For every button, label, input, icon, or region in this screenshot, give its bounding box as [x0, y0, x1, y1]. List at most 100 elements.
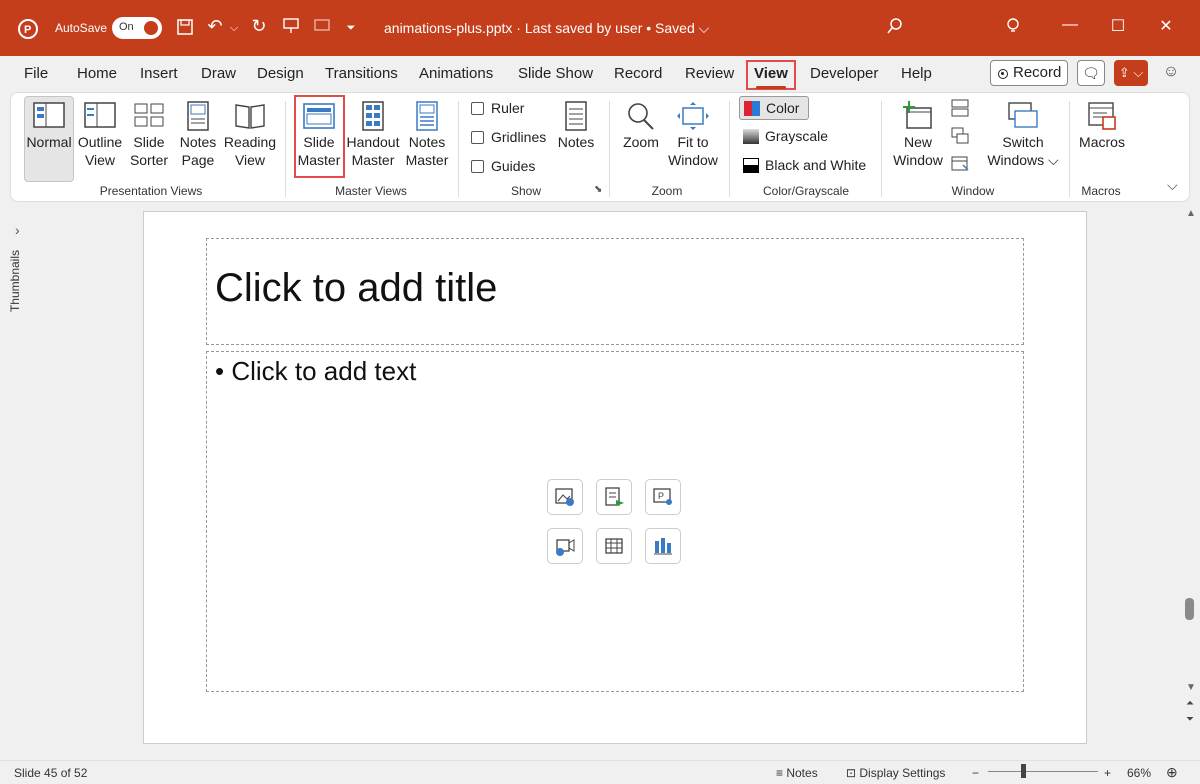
title-placeholder-text: Click to add title [215, 266, 498, 310]
tab-developer[interactable]: Developer [810, 65, 878, 82]
tab-insert[interactable]: Insert [140, 65, 178, 82]
notes-status-button[interactable]: ≡ Notes [776, 766, 818, 780]
redo-icon[interactable]: ↻ [248, 16, 270, 36]
notes-page-label-1: Notes [179, 134, 217, 150]
tab-draw[interactable]: Draw [201, 65, 236, 82]
move-split-icon[interactable] [951, 155, 969, 173]
vertical-scrollbar[interactable]: ▲ ▼ ⏶ ⏷ [1182, 208, 1200, 736]
active-tab-indicator [756, 86, 786, 89]
reading-view-icon [235, 104, 265, 129]
ribbon-collapse-icon[interactable]: ⌵ [1167, 177, 1178, 194]
undo-icon[interactable]: ↶ [204, 16, 226, 36]
lightbulb-icon[interactable] [1002, 17, 1024, 39]
content-placeholder[interactable] [206, 351, 1024, 692]
search-icon[interactable] [884, 17, 906, 39]
macros-button[interactable]: Macros [1077, 101, 1127, 175]
zoom-slider-track[interactable] [988, 771, 1098, 772]
show-dialog-launcher-icon[interactable]: ⬊ [594, 184, 602, 195]
maximize-icon[interactable]: ☐ [1108, 16, 1128, 36]
fit-slide-icon[interactable]: ⊕ [1166, 764, 1178, 781]
comment-icon: 🗨 [1082, 65, 1100, 81]
notes-page-button[interactable]: Notes Page [174, 101, 222, 175]
scroll-up-icon[interactable]: ▲ [1186, 208, 1196, 219]
zoom-out-icon[interactable]: − [972, 766, 979, 780]
gridlines-label: Gridlines [491, 129, 547, 145]
tab-help[interactable]: Help [901, 65, 932, 82]
autosave-toggle-state: On [119, 21, 134, 33]
record-button[interactable]: Record [990, 60, 1068, 86]
outline-view-label-1: Outline [77, 134, 123, 150]
gridlines-checkbox[interactable]: Gridlines [471, 127, 546, 147]
grayscale-button[interactable]: Grayscale [739, 125, 839, 149]
zoom-in-icon[interactable]: + [1104, 766, 1111, 780]
fit-to-window-button[interactable]: Fit to Window [666, 101, 720, 175]
arrange-all-icon[interactable] [951, 99, 969, 117]
handout-master-button[interactable]: Handout Master [345, 101, 401, 175]
notes-button[interactable]: Notes [554, 101, 598, 175]
new-window-button[interactable]: New Window [891, 101, 945, 175]
insert-picture-icon[interactable] [547, 479, 583, 515]
notes-icon [565, 101, 587, 131]
scroll-down-icon[interactable]: ▼ [1186, 682, 1196, 693]
thumbnails-pane[interactable]: › [0, 208, 44, 760]
copilot-icon[interactable]: ☺ [1160, 62, 1182, 82]
outline-view-button[interactable]: Outline View [75, 101, 125, 175]
thumbnails-label[interactable]: Thumbnails [8, 250, 22, 312]
tab-animations[interactable]: Animations [419, 65, 493, 82]
zoom-level[interactable]: 66% [1127, 766, 1151, 780]
scrollbar-thumb[interactable] [1185, 598, 1194, 620]
normal-view-button[interactable]: Normal [24, 96, 74, 182]
insert-table-icon[interactable] [596, 528, 632, 564]
zoom-group-label: Zoom [651, 184, 683, 198]
tab-review[interactable]: Review [685, 65, 734, 82]
zoom-slider-knob[interactable] [1021, 764, 1026, 778]
notes-master-button[interactable]: Notes Master [403, 101, 451, 175]
cascade-icon[interactable] [951, 127, 969, 145]
share-button[interactable]: ⇪ ⌵ [1114, 60, 1148, 86]
black-and-white-button[interactable]: Black and White [739, 154, 879, 178]
slide-counter[interactable]: Slide 45 of 52 [14, 766, 87, 780]
tab-design[interactable]: Design [257, 65, 304, 82]
undo-dropdown-icon[interactable]: ⌵ [228, 18, 240, 38]
comments-button[interactable]: 🗨 [1077, 60, 1105, 86]
slide-sorter-button[interactable]: Slide Sorter [125, 101, 173, 175]
ruler-checkbox[interactable]: Ruler [471, 98, 524, 118]
switch-windows-button[interactable]: Switch Windows ⌵ [987, 101, 1059, 175]
zoom-button[interactable]: Zoom [619, 101, 663, 175]
previous-slide-icon[interactable]: ⏶ [1186, 698, 1194, 709]
customize-qat-icon[interactable]: ⏷ [344, 18, 358, 38]
autosave-toggle[interactable]: On [112, 17, 162, 39]
color-button[interactable]: Color [739, 96, 809, 120]
normal-view-icon [33, 102, 65, 128]
tab-transitions[interactable]: Transitions [325, 65, 398, 82]
content-placeholder-text: • Click to add text [215, 356, 417, 386]
reading-view-button[interactable]: Reading View [222, 101, 278, 175]
notes-master-label-2: Master [405, 152, 449, 168]
document-title[interactable]: animations-plus.pptx · Last saved by use… [384, 20, 709, 37]
expand-thumbnails-icon[interactable]: › [15, 222, 20, 238]
insert-video-icon[interactable] [547, 528, 583, 564]
group-separator [729, 101, 730, 197]
slideshow-icon[interactable] [311, 17, 333, 39]
tab-slide-show[interactable]: Slide Show [518, 65, 593, 82]
guides-checkbox[interactable]: Guides [471, 156, 535, 176]
minimize-icon[interactable]: — [1060, 16, 1080, 34]
save-icon[interactable] [175, 18, 195, 40]
tab-file[interactable]: File [24, 65, 48, 82]
insert-chart-icon[interactable] [645, 528, 681, 564]
notes-page-label-2: Page [181, 152, 215, 168]
zoom-label: Zoom [623, 134, 659, 150]
display-settings-icon: ⊡ [846, 766, 860, 780]
next-slide-icon[interactable]: ⏷ [1186, 714, 1194, 725]
fit-to-window-label-1: Fit to [677, 134, 709, 150]
notes-master-icon [416, 101, 438, 131]
tab-home[interactable]: Home [77, 65, 117, 82]
tab-record[interactable]: Record [614, 65, 662, 82]
insert-stock-images-icon[interactable] [596, 479, 632, 515]
close-icon[interactable]: ✕ [1156, 16, 1176, 36]
insert-cameo-icon[interactable]: P [645, 479, 681, 515]
ruler-label: Ruler [491, 100, 525, 116]
present-icon[interactable] [280, 17, 302, 39]
display-settings-button[interactable]: ⊡ Display Settings [846, 766, 945, 780]
toggle-knob [144, 21, 158, 35]
